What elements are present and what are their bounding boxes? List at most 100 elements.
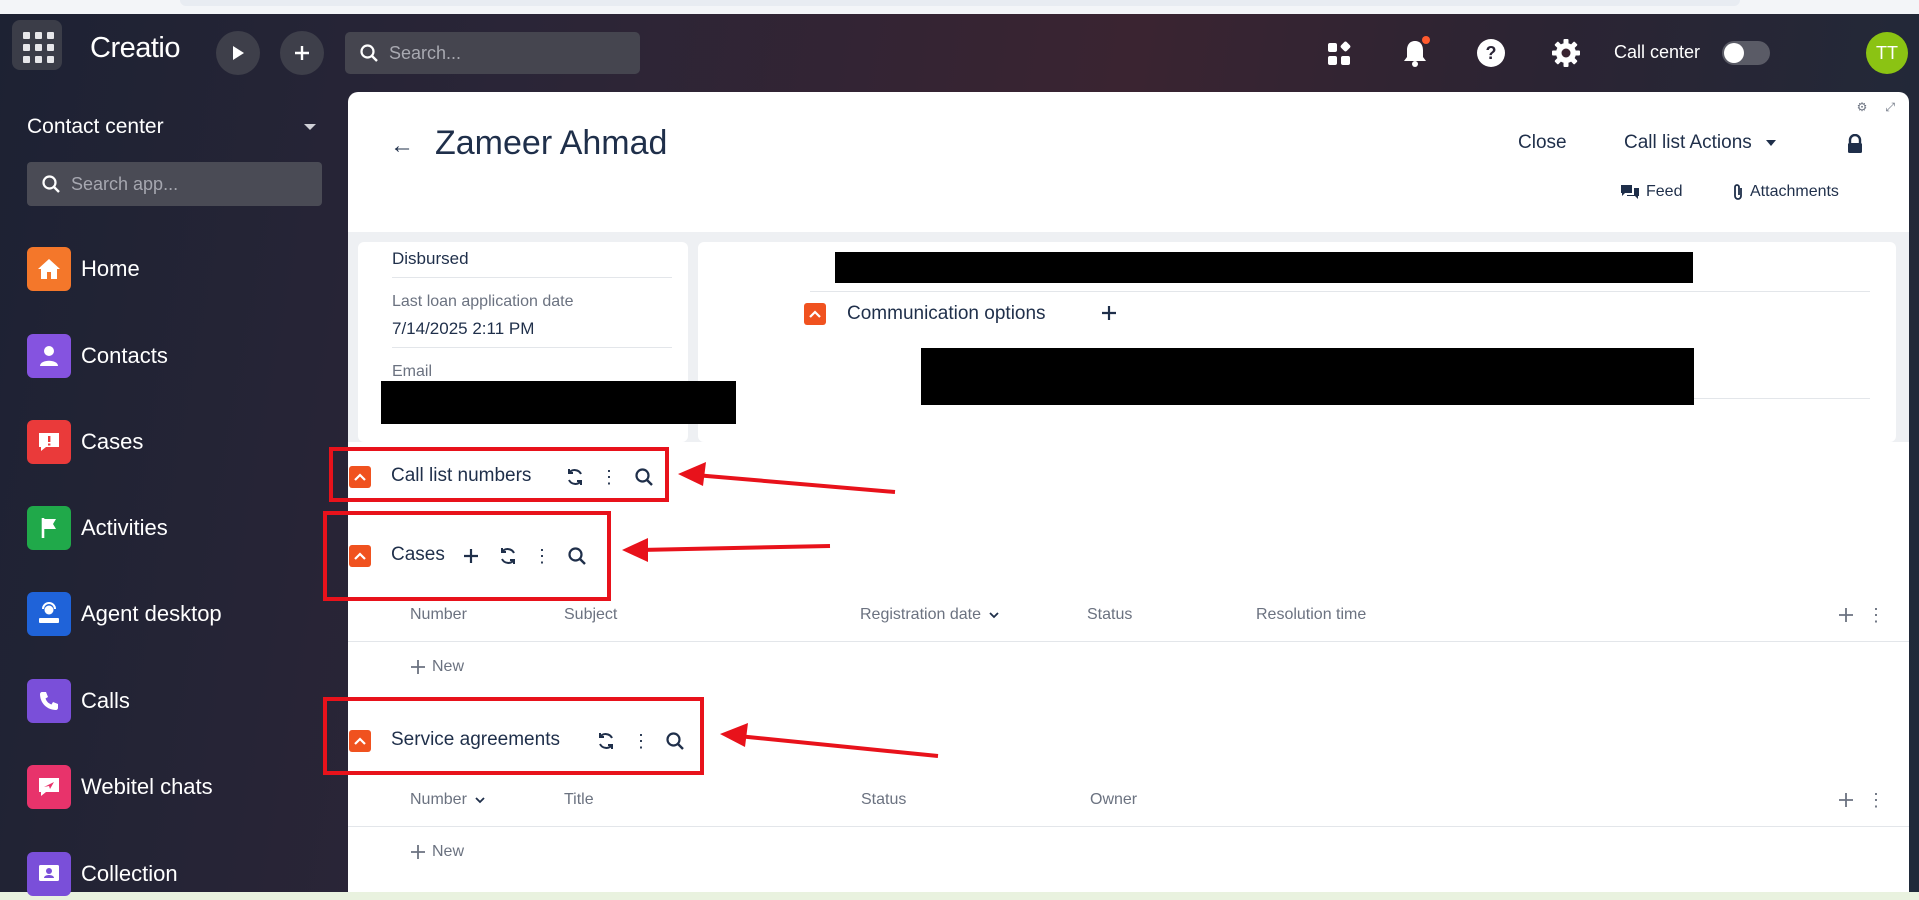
plus-icon	[295, 46, 309, 60]
collapse-icon[interactable]	[804, 303, 826, 325]
chevron-down-icon	[475, 797, 485, 804]
divider	[392, 347, 672, 348]
column-header-registration-date[interactable]: Registration date	[860, 606, 999, 624]
help-icon: ?	[1477, 39, 1505, 67]
paperclip-icon	[1734, 184, 1742, 200]
chat-send-icon	[27, 765, 71, 809]
add-communication-icon[interactable]	[1098, 302, 1120, 324]
column-header-subject[interactable]: Subject	[564, 606, 617, 624]
sidebar-item-home[interactable]: Home	[27, 246, 327, 292]
caret-down-icon[interactable]	[304, 124, 316, 130]
more-options-icon[interactable]: ⋮	[1867, 605, 1885, 625]
back-arrow-icon[interactable]: ←	[390, 132, 414, 160]
notification-dot	[1422, 36, 1430, 44]
column-header-number[interactable]: Number	[410, 791, 485, 809]
divider	[348, 826, 1909, 827]
email-label: Email	[392, 363, 433, 380]
plus-icon	[411, 660, 425, 674]
alert-chat-icon	[27, 420, 71, 464]
app-title[interactable]: Contact center	[27, 115, 164, 139]
column-header-owner[interactable]: Owner	[1090, 791, 1137, 809]
agent-icon	[27, 592, 71, 636]
divider	[392, 277, 672, 278]
help-button[interactable]: ?	[1474, 36, 1508, 70]
communication-options-title[interactable]: Communication options	[847, 303, 1046, 325]
registration-date-label: Registration date	[860, 606, 981, 623]
global-search-placeholder: Search...	[389, 42, 462, 63]
column-header-number[interactable]: Number	[410, 606, 467, 624]
sidebar-item-label: Contacts	[81, 343, 168, 368]
column-header-resolution-time[interactable]: Resolution time	[1256, 606, 1366, 624]
divider	[1694, 398, 1870, 399]
redacted-email	[381, 381, 736, 424]
plus-icon	[411, 845, 425, 859]
sidebar-item-contacts[interactable]: Contacts	[27, 333, 327, 379]
redacted-block	[835, 252, 1693, 283]
column-header-status[interactable]: Status	[861, 791, 906, 809]
play-icon	[233, 46, 244, 60]
sidebar-item-label: Collection	[81, 861, 178, 886]
sidebar-item-label: Agent desktop	[81, 601, 222, 626]
redacted-block	[921, 348, 1694, 405]
global-search-input[interactable]: Search...	[345, 32, 640, 74]
new-label: New	[432, 843, 465, 860]
annotation-box-call-list	[329, 447, 669, 502]
browser-strip	[0, 0, 1919, 14]
last-loan-label: Last loan application date	[392, 293, 574, 310]
attachments-label: Attachments	[1750, 183, 1839, 200]
creatio-logo: Creatio	[90, 32, 181, 64]
call-center-toggle[interactable]	[1722, 41, 1770, 65]
column-header-status[interactable]: Status	[1087, 606, 1132, 624]
notifications-button[interactable]	[1398, 36, 1432, 70]
expand-icon[interactable]: ⤢	[1885, 100, 1895, 115]
number-label: Number	[410, 791, 467, 808]
sidebar-item-calls[interactable]: Calls	[27, 678, 327, 724]
svg-text:?: ?	[1486, 43, 1497, 63]
sidebar-item-cases[interactable]: Cases	[27, 419, 327, 465]
call-list-actions-label: Call list Actions	[1624, 132, 1752, 153]
sidebar-item-label: Calls	[81, 688, 130, 713]
run-process-button[interactable]	[216, 31, 260, 75]
flag-icon	[27, 506, 71, 550]
sidebar-item-webitel-chats[interactable]: Webitel chats	[27, 764, 327, 810]
lock-icon[interactable]	[1846, 133, 1864, 159]
call-list-actions-button[interactable]: Call list Actions	[1624, 132, 1776, 154]
new-agreement-link[interactable]: New	[410, 843, 464, 861]
column-header-title[interactable]: Title	[564, 791, 594, 809]
more-options-icon[interactable]: ⋮	[1867, 790, 1885, 810]
feed-button[interactable]: Feed	[1620, 183, 1682, 201]
last-loan-value: 7/14/2025 2:11 PM	[392, 319, 535, 338]
apps-grid-button[interactable]	[1322, 37, 1356, 71]
sidebar-item-label: Cases	[81, 429, 144, 454]
settings-button[interactable]	[1549, 36, 1583, 70]
feed-label: Feed	[1646, 183, 1683, 200]
annotation-box-service-agreements	[323, 697, 704, 775]
gear-icon	[1552, 39, 1580, 67]
browser-address-pill	[180, 0, 1740, 6]
search-icon	[360, 44, 378, 62]
contact-card-icon	[27, 852, 71, 896]
chat-bubbles-icon	[1621, 185, 1639, 199]
app-search-input[interactable]: Search app...	[27, 162, 322, 206]
phone-icon	[27, 679, 71, 723]
sidebar-item-label: Webitel chats	[81, 774, 213, 799]
sidebar-item-agent-desktop[interactable]: Agent desktop	[27, 591, 327, 637]
sidebar-item-collection[interactable]: Collection	[27, 851, 327, 897]
sidebar-item-label: Activities	[81, 515, 168, 540]
add-column-icon[interactable]	[1836, 790, 1856, 810]
user-avatar[interactable]: TT	[1866, 32, 1908, 74]
new-case-link[interactable]: New	[410, 658, 464, 676]
page-settings-icon[interactable]: ⚙	[1857, 100, 1868, 115]
caret-down-icon	[1765, 140, 1776, 146]
attachments-button[interactable]: Attachments	[1732, 183, 1839, 201]
sidebar-item-activities[interactable]: Activities	[27, 505, 327, 551]
add-column-icon[interactable]	[1836, 605, 1856, 625]
new-label: New	[432, 658, 465, 675]
close-button[interactable]: Close	[1518, 132, 1567, 154]
app-launcher-button[interactable]	[12, 20, 62, 70]
page-corner-tools: ⚙ ⤢	[1857, 100, 1895, 115]
create-button[interactable]	[280, 31, 324, 75]
chevron-down-icon	[989, 612, 999, 619]
annotation-box-cases	[323, 511, 611, 601]
widgets-icon	[1328, 41, 1351, 65]
